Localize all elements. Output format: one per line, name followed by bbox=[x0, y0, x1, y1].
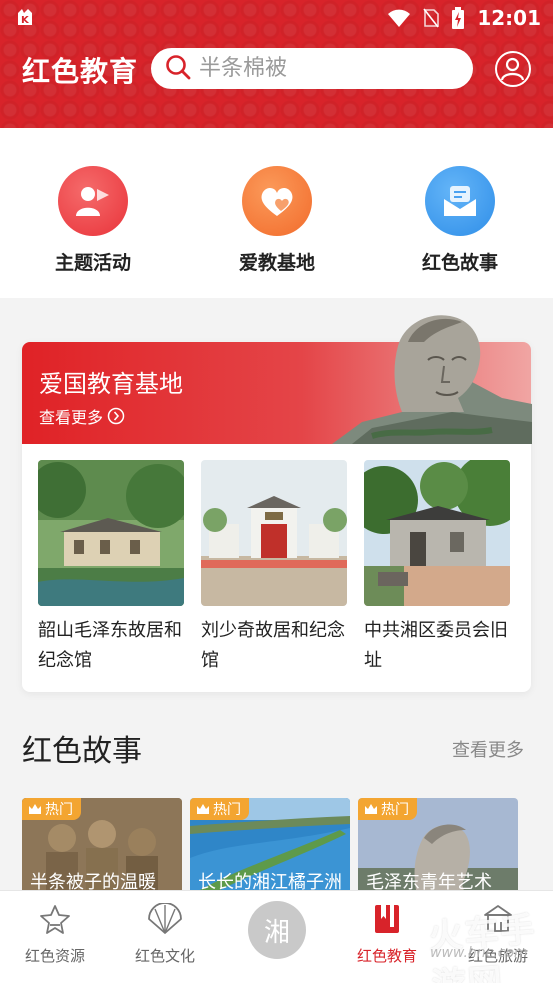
battery-charging-icon bbox=[451, 7, 465, 29]
story-card[interactable]: 热门 毛泽东青年艺术 bbox=[358, 798, 518, 898]
place-name: 刘少奇故居和纪念馆 bbox=[201, 620, 345, 671]
base-section-title: 爱国教育基地 bbox=[39, 370, 183, 398]
hot-badge: 热门 bbox=[190, 798, 249, 820]
bookmark-icon bbox=[332, 903, 442, 935]
base-more-link[interactable]: 查看更多 bbox=[39, 404, 125, 428]
place-name: 中共湘区委员会旧址 bbox=[364, 620, 508, 671]
center-logo-button[interactable]: 湘 bbox=[248, 901, 306, 959]
quick-link-label: 主题活动 bbox=[54, 252, 131, 274]
wifi-icon bbox=[387, 8, 411, 28]
place-card[interactable]: 中共湘区委员会旧址 bbox=[364, 460, 510, 676]
stories-section-title: 红色故事 bbox=[22, 734, 142, 769]
heart-icon bbox=[242, 166, 312, 236]
place-card[interactable]: 刘少奇故居和纪念馆 bbox=[201, 460, 347, 676]
place-name: 韶山毛泽东故居和纪念馆 bbox=[38, 620, 182, 671]
quick-link-red-stories[interactable]: 红色故事 bbox=[390, 166, 530, 275]
base-banner[interactable]: 爱国教育基地 查看更多 bbox=[22, 315, 532, 444]
center-logo-label: 湘 bbox=[263, 917, 290, 948]
quick-links: 主题活动 爱教基地 红色故事 bbox=[0, 128, 553, 298]
story-card[interactable]: 热门 长长的湘江橘子洲 bbox=[190, 798, 350, 898]
status-bar: K 12:01 bbox=[0, 0, 553, 38]
quick-link-label: 红色故事 bbox=[421, 252, 498, 274]
user-profile-button[interactable] bbox=[495, 51, 531, 87]
chevron-right-circle-icon bbox=[107, 407, 125, 425]
envelope-icon bbox=[425, 166, 495, 236]
fan-icon bbox=[110, 903, 220, 935]
hot-badge: 热门 bbox=[358, 798, 417, 820]
star-icon bbox=[0, 903, 110, 935]
user-flag-icon bbox=[58, 166, 128, 236]
quick-link-theme-activity[interactable]: 主题活动 bbox=[23, 166, 163, 275]
watermark-text: 火车手游网 bbox=[427, 909, 538, 983]
nav-item-red-culture[interactable]: 红色文化 bbox=[110, 903, 220, 966]
crown-icon bbox=[29, 804, 41, 814]
search-input[interactable] bbox=[199, 56, 439, 81]
search-icon bbox=[165, 54, 191, 84]
nav-item-red-education[interactable]: 红色教育 bbox=[332, 903, 442, 966]
story-card[interactable]: 热门 半条被子的温暖 bbox=[22, 798, 182, 898]
quick-link-patriotic-base[interactable]: 爱教基地 bbox=[207, 166, 347, 275]
nav-label: 红色教育 bbox=[356, 947, 417, 965]
place-thumbnail bbox=[38, 460, 184, 606]
quick-link-label: 爱教基地 bbox=[238, 252, 315, 274]
hot-badge: 热门 bbox=[22, 798, 81, 820]
stories-more-link[interactable]: 查看更多 bbox=[452, 736, 524, 762]
app-notification-icon: K bbox=[14, 7, 36, 34]
place-thumbnail bbox=[364, 460, 510, 606]
statue-image bbox=[332, 315, 532, 444]
base-places-list: 韶山毛泽东故居和纪念馆 刘少奇故居和纪念馆 中共湘区委员会旧址 bbox=[38, 460, 518, 680]
place-thumbnail bbox=[201, 460, 347, 606]
crown-icon bbox=[197, 804, 209, 814]
clock: 12:01 bbox=[477, 6, 541, 30]
place-card[interactable]: 韶山毛泽东故居和纪念馆 bbox=[38, 460, 184, 676]
watermark-url: www.hnc.com bbox=[430, 945, 528, 961]
search-bar[interactable] bbox=[151, 48, 473, 89]
page-title: 红色教育 bbox=[22, 55, 139, 88]
more-label: 查看更多 bbox=[39, 408, 104, 427]
stories-list: 热门 半条被子的温暖 热门 长长的湘江橘子洲 热门 毛泽东青年艺术 bbox=[22, 798, 553, 898]
patriotic-base-card: 爱国教育基地 查看更多 韶山毛泽东故居和纪念馆 刘少奇故居和纪念馆 中共湘区委员… bbox=[22, 315, 532, 692]
crown-icon bbox=[365, 804, 377, 814]
app-header: K 12:01 红色教育 bbox=[0, 0, 553, 128]
user-icon bbox=[500, 57, 525, 81]
nav-item-red-resources[interactable]: 红色资源 bbox=[0, 903, 110, 966]
no-sim-icon bbox=[423, 8, 440, 28]
svg-text:K: K bbox=[21, 15, 30, 26]
nav-label: 红色文化 bbox=[134, 947, 195, 965]
nav-label: 红色资源 bbox=[24, 947, 85, 965]
